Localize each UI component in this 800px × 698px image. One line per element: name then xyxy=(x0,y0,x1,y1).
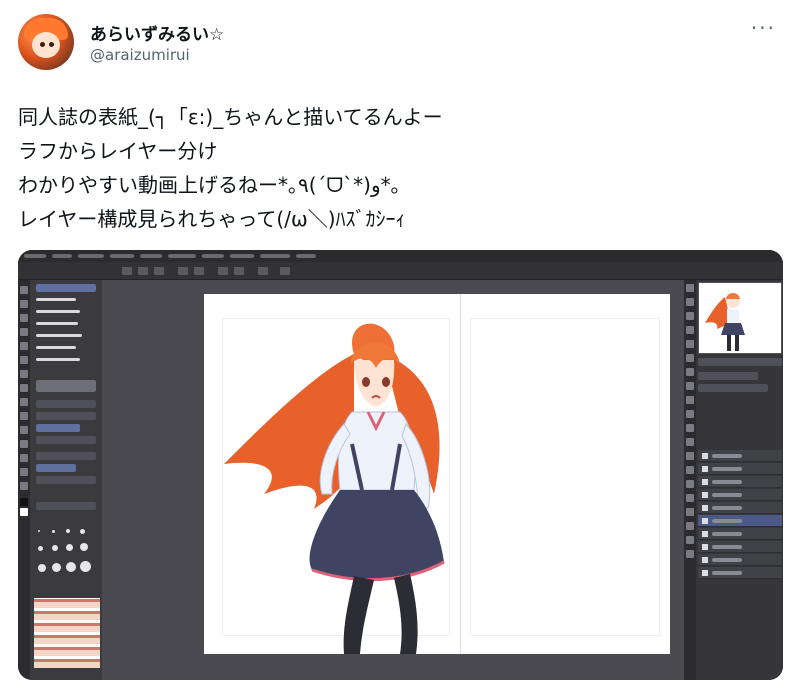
avatar[interactable] xyxy=(18,14,74,70)
canvas-paper[interactable] xyxy=(204,294,670,654)
navigator-preview[interactable] xyxy=(698,282,782,354)
canvas-area[interactable] xyxy=(102,280,684,680)
tool-strip xyxy=(18,280,30,680)
color-palette xyxy=(34,598,100,668)
author-display-name[interactable]: あらいずみるい☆ xyxy=(90,20,224,45)
author-handle[interactable]: @araizumirui xyxy=(90,46,190,64)
post-text-line: ラフからレイヤー分け xyxy=(18,139,218,163)
post-text-line: 同人誌の表紙_(┐「ε:)_ちゃんと描いてるんよー xyxy=(18,105,443,129)
post-text: 同人誌の表紙_(┐「ε:)_ちゃんと描いてるんよー ラフからレイヤー分け わかり… xyxy=(18,100,778,236)
post-header: あらいずみるい☆ @araizumirui ··· xyxy=(18,14,782,78)
post-text-line: レイヤー構成見られちゃって(/ω＼)ﾊｽﾞｶｼｰｨ xyxy=(18,207,406,231)
character-illustration xyxy=(224,323,445,654)
app-menubar xyxy=(18,250,783,262)
legs xyxy=(343,574,418,654)
brush-panel xyxy=(30,280,102,680)
app-toolbar xyxy=(18,262,783,280)
layer-panel xyxy=(684,280,783,680)
post-text-line: わかりやすい動画上げるねー*｡٩(ˊᗜˋ*)و*｡ xyxy=(18,173,401,197)
post-media-image[interactable] xyxy=(18,250,783,680)
more-options-icon[interactable]: ··· xyxy=(751,16,776,40)
